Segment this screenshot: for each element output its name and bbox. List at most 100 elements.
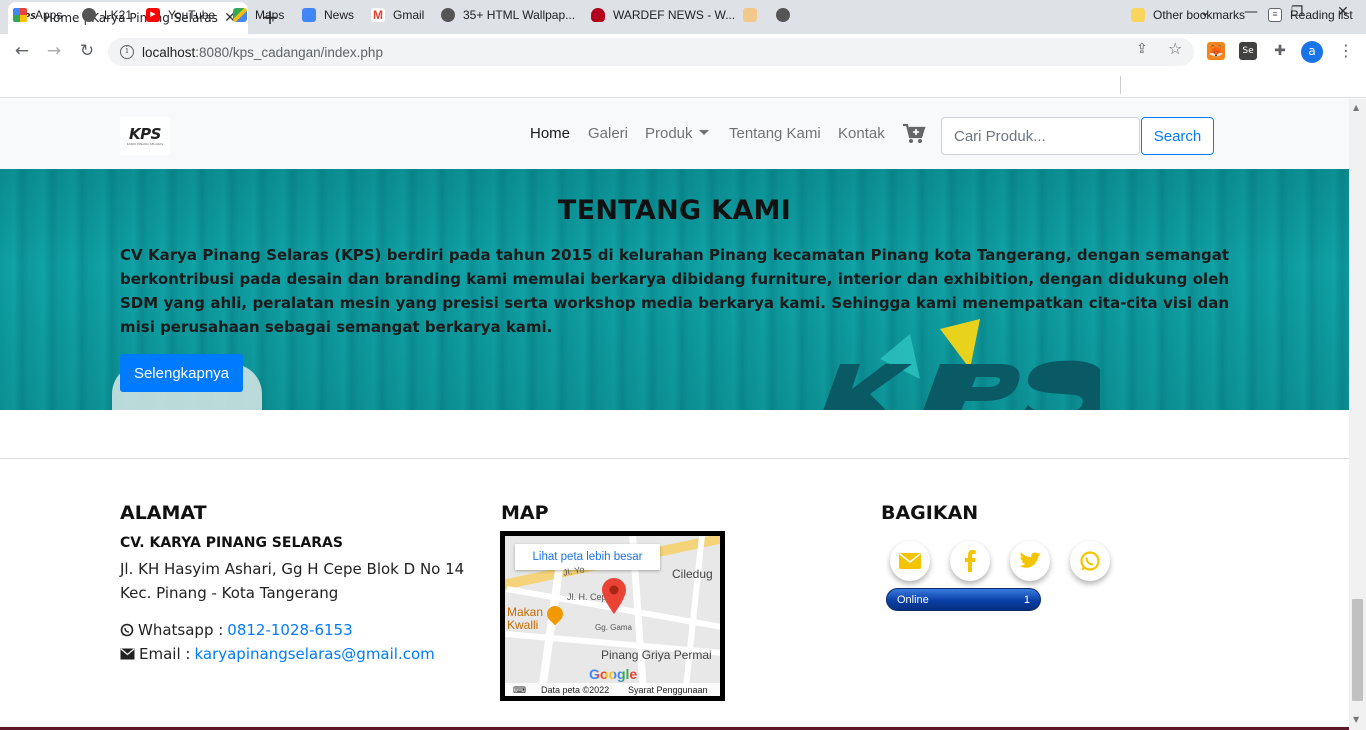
bookmark-maps[interactable]: Maps — [233, 6, 284, 24]
bookmark-news[interactable]: News — [302, 6, 354, 24]
map-terms-link[interactable]: Syarat Penggunaan — [628, 683, 708, 696]
whatsapp-number-link[interactable]: 0812-1028-6153 — [227, 621, 352, 639]
back-icon[interactable]: ← — [11, 41, 33, 61]
bookmark-gmail[interactable]: M Gmail — [371, 6, 424, 24]
share-facebook-button[interactable] — [950, 541, 990, 581]
metamask-icon[interactable]: 🦊 — [1207, 42, 1225, 60]
bookmark-apps[interactable]: Apps — [13, 6, 62, 24]
scrollbar-thumb[interactable] — [1352, 599, 1363, 701]
share-email-button[interactable] — [890, 541, 930, 581]
company-name: CV. KARYA PINANG SELARAS — [120, 535, 343, 551]
youtube-icon: ▶ — [146, 8, 160, 22]
site-info-icon[interactable]: i — [120, 45, 134, 59]
about-title: TENTANG KAMI — [557, 195, 792, 226]
bookmark-label: YouTube — [168, 8, 216, 22]
email-label: Email : — [139, 645, 191, 663]
nav-produk-dropdown[interactable]: Produk — [645, 125, 709, 142]
selenium-icon[interactable]: Se — [1239, 42, 1257, 60]
nav-tentang-kami[interactable]: Tentang Kami — [729, 125, 821, 142]
bookmark-label: News — [324, 8, 355, 22]
about-description: CV Karya Pinang Selaras (KPS) berdiri pa… — [120, 246, 1229, 336]
online-count: 1 — [1023, 593, 1030, 606]
other-bookmarks-label: Other bookmarks — [1153, 8, 1246, 22]
address-heading: ALAMAT — [120, 502, 207, 524]
bookmark-label: Gmail — [393, 8, 425, 22]
scroll-down-icon[interactable]: ▼ — [1353, 715, 1359, 724]
reading-list[interactable]: ≡ Reading list — [1268, 6, 1353, 24]
map-label-restaurant: Makan Kwalli — [507, 605, 544, 632]
globe-icon — [776, 8, 790, 22]
whatsapp-label: Whatsapp : — [138, 621, 224, 639]
profile-avatar[interactable]: a — [1301, 41, 1323, 63]
image-bookmark-icon — [743, 8, 757, 22]
about-hero: TENTANG KAMI CV Karya Pinang Selaras (KP… — [0, 169, 1349, 410]
reading-list-label: Reading list — [1290, 8, 1353, 22]
logo-subtitle: KARYA PINANG SELARAS — [126, 141, 164, 146]
online-label: Online — [897, 593, 929, 606]
logo-mark: KPS — [129, 124, 161, 143]
bookmark-wardef[interactable]: WARDEF NEWS - W... — [591, 6, 735, 24]
map-label-street: Gg. Gama — [595, 623, 632, 632]
gmail-icon: M — [371, 8, 385, 22]
url-host: localhost — [142, 44, 196, 60]
map-heading: MAP — [501, 502, 549, 524]
google-logo: Google — [589, 666, 637, 682]
bookmark-unnamed[interactable] — [743, 6, 765, 24]
news-icon — [302, 8, 316, 22]
browser-menu-icon[interactable]: ⋮ — [1338, 41, 1354, 60]
bookmark-star-icon[interactable]: ☆ — [1168, 39, 1182, 58]
search-button[interactable]: Search — [1141, 117, 1214, 155]
bookmarks-bar — [0, 70, 1366, 98]
other-bookmarks[interactable]: Other bookmarks — [1131, 6, 1245, 24]
scroll-up-icon[interactable]: ▲ — [1353, 103, 1359, 112]
site-logo[interactable]: KPS KARYA PINANG SELARAS — [120, 117, 170, 155]
location-pin-icon — [602, 578, 626, 614]
envelope-icon — [120, 648, 135, 660]
share-heading: BAGIKAN — [881, 502, 979, 524]
cart-icon[interactable] — [902, 123, 926, 145]
whatsapp-icon — [120, 623, 134, 637]
browser-toolbar: ← → ↻ i localhost:8080/kps_cadangan/inde… — [0, 34, 1366, 70]
page-scrollbar[interactable]: ▲ ▼ — [1349, 99, 1366, 730]
whatsapp-icon — [1080, 551, 1100, 571]
forward-icon[interactable]: → — [43, 41, 65, 61]
email-contact: Email : karyapinangselaras@gmail.com — [120, 645, 435, 663]
bookmark-wallpaper[interactable]: 35+ HTML Wallpap... — [441, 6, 575, 24]
read-more-button[interactable]: Selengkapnya — [120, 354, 243, 392]
extensions-icon[interactable]: ✚ — [1271, 42, 1289, 60]
bookmark-label: WARDEF NEWS - W... — [613, 8, 736, 22]
online-counter-badge: Online 1 — [886, 588, 1041, 611]
site-navbar: KPS KARYA PINANG SELARAS Home Galeri Pro… — [0, 99, 1349, 169]
embedded-map[interactable]: Lihat peta lebih besar Jl. Yo Ciledug Jl… — [500, 531, 725, 701]
share-whatsapp-button[interactable] — [1070, 541, 1110, 581]
globe-icon — [441, 8, 455, 22]
reload-icon[interactable]: ↻ — [76, 41, 98, 61]
bookmark-youtube[interactable]: ▶ YouTube — [146, 6, 215, 24]
url-path: :8080/kps_cadangan/index.php — [195, 44, 383, 60]
view-larger-map-link[interactable]: Lihat peta lebih besar — [515, 544, 660, 570]
company-address: Jl. KH Hasyim Ashari, Gg H Cepe Blok D N… — [120, 560, 465, 602]
map-attribution: ⌨ Data peta ©2022 Syarat Penggunaan — [505, 683, 720, 696]
google-logo-text: Google — [589, 666, 638, 682]
nav-kontak[interactable]: Kontak — [838, 125, 885, 142]
map-label-ciledug: Ciledug — [672, 567, 713, 581]
maps-icon — [233, 8, 247, 22]
keyboard-icon[interactable]: ⌨ — [513, 683, 526, 696]
address-bar[interactable]: i localhost:8080/kps_cadangan/index.php — [108, 38, 1194, 66]
bookmark-lk21[interactable]: LK21 — [82, 6, 132, 24]
wardef-icon — [591, 8, 605, 22]
share-twitter-button[interactable] — [1010, 541, 1050, 581]
bookmark-label: Maps — [255, 8, 285, 22]
nav-galeri[interactable]: Galeri — [588, 125, 628, 142]
bookmark-label: LK21 — [104, 8, 133, 22]
map-label-area: Pinang Griya Permai — [601, 648, 712, 662]
bookmark-label: Apps — [35, 8, 63, 22]
email-link[interactable]: karyapinangselaras@gmail.com — [194, 645, 434, 663]
nav-home[interactable]: Home — [530, 125, 570, 142]
facebook-icon — [965, 550, 976, 572]
share-page-icon[interactable]: ⇪ — [1136, 41, 1148, 57]
map-data-text: Data peta ©2022 — [541, 685, 610, 695]
bookmark-globe[interactable] — [776, 6, 798, 24]
product-search-input[interactable] — [941, 117, 1140, 155]
globe-icon — [82, 8, 96, 22]
